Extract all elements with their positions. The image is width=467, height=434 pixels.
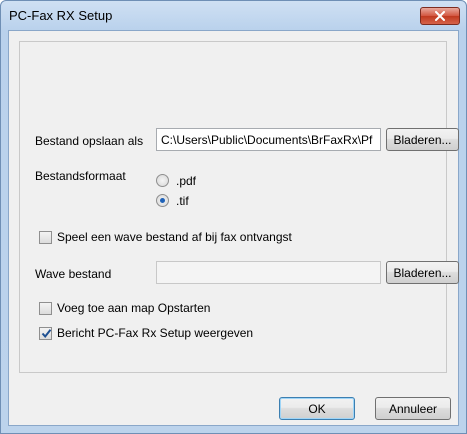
cancel-label: Annuleer: [388, 401, 438, 416]
show-message-label: Bericht PC-Fax Rx Setup weergeven: [57, 326, 254, 340]
save-browse-button[interactable]: Bladeren...: [386, 128, 459, 151]
close-icon: [435, 11, 445, 21]
startup-checkbox[interactable]: [39, 302, 52, 315]
save-path-input[interactable]: C:\Users\Public\Documents\BrFaxRx\Pf: [156, 128, 381, 151]
radio-tif[interactable]: [156, 194, 169, 207]
radio-pdf[interactable]: [156, 174, 169, 187]
save-as-label: Bestand opslaan als: [35, 134, 144, 148]
title-bar[interactable]: PC-Fax RX Setup: [1, 1, 466, 31]
wave-file-input[interactable]: [156, 261, 381, 284]
wave-file-label: Wave bestand: [35, 267, 112, 281]
ok-label: OK: [308, 401, 326, 416]
startup-label: Voeg toe aan map Opstarten: [57, 301, 211, 315]
show-message-checkbox[interactable]: [39, 327, 52, 340]
save-browse-label: Bladeren...: [393, 132, 452, 147]
wave-browse-button[interactable]: Bladeren...: [386, 261, 459, 284]
file-format-label: Bestandsformaat: [35, 169, 126, 183]
cancel-button[interactable]: Annuleer: [375, 397, 451, 420]
radio-tif-label: .tif: [176, 194, 189, 208]
dialog-client-area: Bestand opslaan als C:\Users\Public\Docu…: [8, 30, 459, 426]
radio-pdf-label: .pdf: [176, 174, 197, 188]
play-wave-checkbox[interactable]: [39, 231, 52, 244]
play-wave-label: Speel een wave bestand af bij fax ontvan…: [57, 230, 292, 244]
wave-browse-label: Bladeren...: [393, 265, 452, 280]
settings-panel: Bestand opslaan als C:\Users\Public\Docu…: [19, 41, 459, 373]
ok-button[interactable]: OK: [279, 397, 355, 420]
window-title: PC-Fax RX Setup: [9, 8, 113, 23]
close-button[interactable]: [420, 7, 460, 25]
dialog-window: PC-Fax RX Setup Bestand opslaan als C:\U…: [0, 0, 467, 434]
